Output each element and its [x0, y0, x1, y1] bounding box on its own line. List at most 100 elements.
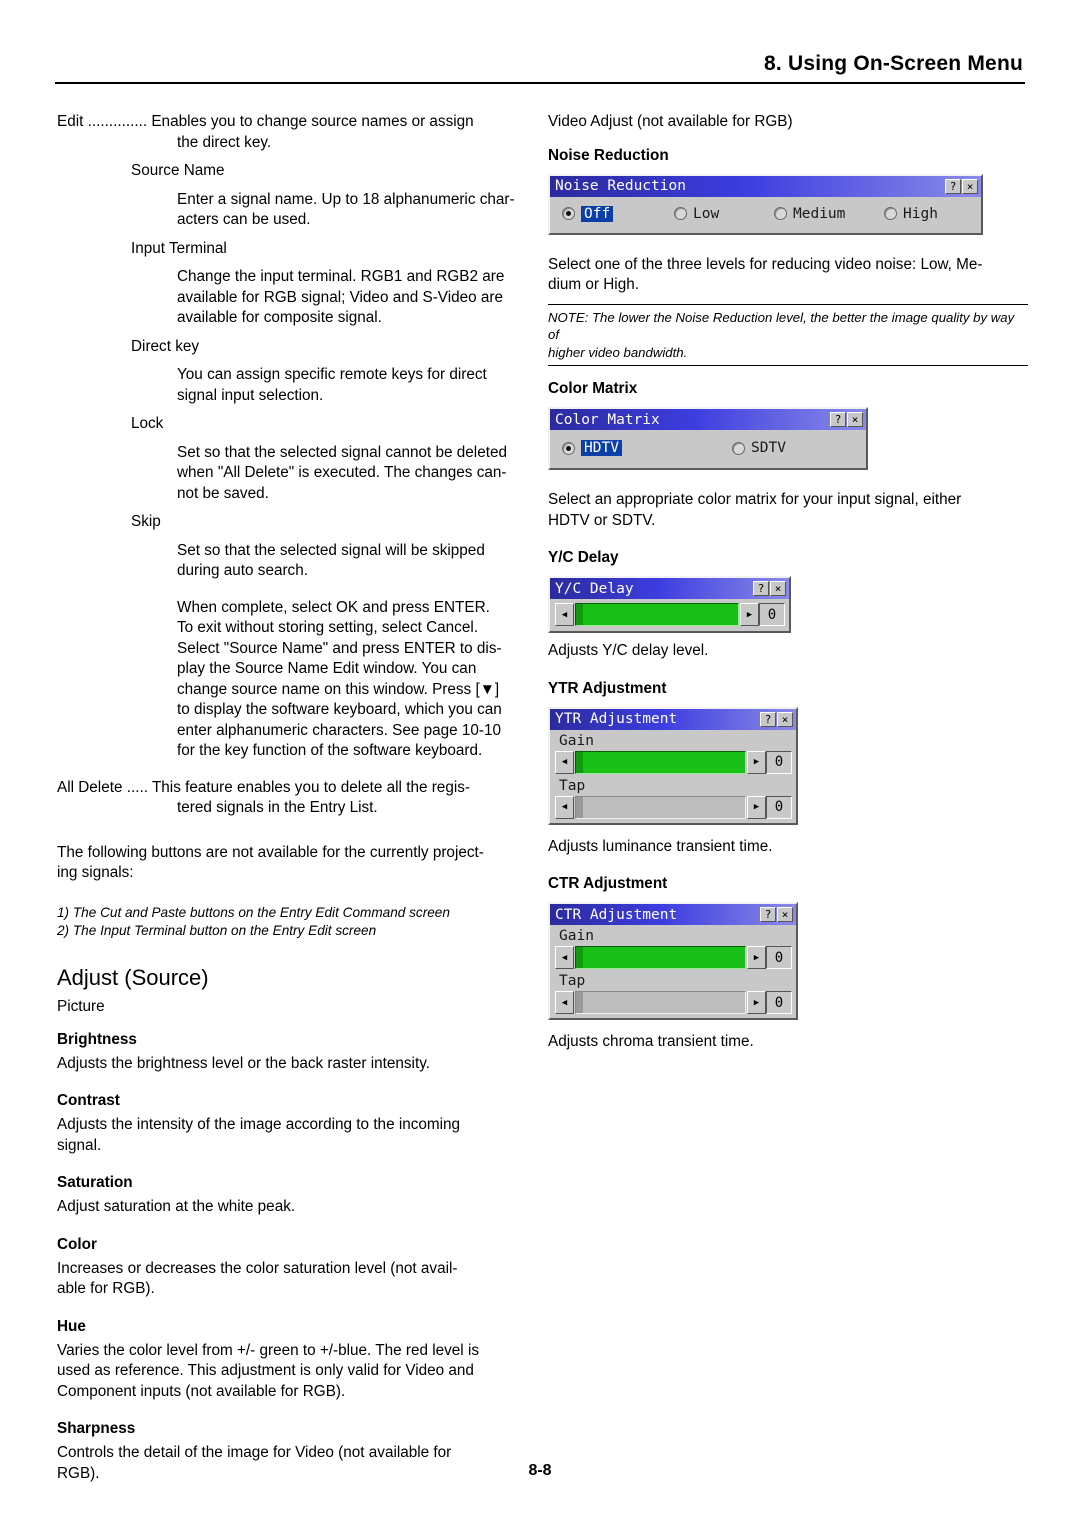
source-name-line2: acters can be used.: [177, 211, 311, 228]
noise-reduction-desc-line1: Select one of the three levels for reduc…: [548, 255, 983, 273]
color-matrix-option-hdtv[interactable]: HDTV: [562, 440, 732, 456]
radio-low-icon[interactable]: [674, 207, 687, 220]
close-icon[interactable]: ×: [962, 178, 978, 194]
edit-entry-line2: the direct key.: [177, 133, 272, 151]
noise-reduction-option-low[interactable]: Low: [674, 206, 774, 222]
slider-track[interactable]: [575, 946, 746, 969]
noise-reduction-option-medium[interactable]: Medium: [774, 206, 884, 222]
ctr-adjustment-titlebar: CTR Adjustment ? ×: [550, 904, 796, 925]
color-matrix-options[interactable]: HDTV SDTV: [562, 440, 860, 456]
brightness-heading: Brightness: [57, 1030, 137, 1048]
ctr-gain-slider[interactable]: ◀ ▶ 0: [555, 946, 792, 969]
slider-track[interactable]: [575, 991, 746, 1014]
page-title: 8. Using On-Screen Menu: [764, 52, 1023, 75]
slider-right-arrow-icon[interactable]: ▶: [740, 603, 759, 626]
picture-label: Picture: [57, 997, 105, 1015]
slider-right-arrow-icon[interactable]: ▶: [747, 750, 766, 774]
slider-thumb[interactable]: [576, 751, 583, 773]
brightness-line1: Adjusts the brightness level or the back…: [57, 1054, 430, 1072]
yc-delay-window-buttons[interactable]: ? ×: [753, 581, 786, 596]
noise-reduction-note-line1: NOTE: The lower the Noise Reduction leve…: [548, 309, 1015, 343]
radio-medium-icon[interactable]: [774, 207, 787, 220]
footnote-2: 2) The Input Terminal button on the Entr…: [57, 922, 377, 938]
radio-hdtv-icon[interactable]: [562, 441, 575, 455]
ytr-tap-slider[interactable]: ◀ ▶ 0: [555, 795, 792, 819]
slider-thumb[interactable]: [576, 796, 583, 818]
slider-thumb[interactable]: [576, 947, 583, 968]
slider-thumb[interactable]: [576, 604, 583, 625]
noise-reduction-title-text: Noise Reduction: [555, 178, 686, 194]
close-icon[interactable]: ×: [847, 412, 863, 427]
saturation-line1: Adjust saturation at the white peak.: [57, 1198, 296, 1215]
close-icon[interactable]: ×: [777, 711, 793, 727]
lock-heading: Lock: [131, 415, 164, 432]
complete-line3: Select "Source Name" and press ENTER to …: [177, 639, 502, 657]
input-terminal-heading: Input Terminal: [131, 239, 227, 257]
skip-heading: Skip: [131, 513, 161, 530]
help-icon[interactable]: ?: [945, 178, 961, 194]
noise-reduction-option-off[interactable]: Off: [562, 205, 674, 222]
ytr-adjustment-window-buttons[interactable]: ? ×: [760, 711, 793, 727]
color-matrix-title-text: Color Matrix: [555, 411, 660, 428]
contrast-line1: Adjusts the intensity of the image accor…: [57, 1116, 461, 1133]
slider-left-arrow-icon[interactable]: ◀: [555, 991, 574, 1014]
ctr-adjustment-dialog[interactable]: CTR Adjustment ? × Gain ◀ ▶ 0 Tap ◀ ▶ 0: [548, 902, 798, 1020]
skip-line1: Set so that the selected signal will be …: [177, 541, 485, 559]
slider-left-arrow-icon[interactable]: ◀: [555, 603, 574, 626]
noise-reduction-window-buttons[interactable]: ? ×: [945, 178, 978, 194]
slider-right-arrow-icon[interactable]: ▶: [747, 991, 766, 1014]
input-terminal-line1: Change the input terminal. RGB1 and RGB2…: [177, 268, 505, 285]
slider-left-arrow-icon[interactable]: ◀: [555, 795, 574, 819]
color-matrix-desc-line2: HDTV or SDTV.: [548, 511, 656, 529]
close-icon[interactable]: ×: [770, 581, 786, 596]
yc-delay-dialog[interactable]: Y/C Delay ? × ◀ ▶ 0: [548, 576, 791, 633]
slider-left-arrow-icon[interactable]: ◀: [555, 750, 574, 774]
slider-track[interactable]: [575, 603, 739, 626]
ctr-tap-value: 0: [766, 991, 792, 1014]
slider-track[interactable]: [575, 795, 746, 819]
color-matrix-option-sdtv[interactable]: SDTV: [732, 440, 786, 456]
ctr-adjustment-window-buttons[interactable]: ? ×: [760, 907, 793, 922]
ytr-adjustment-heading: YTR Adjustment: [548, 679, 667, 697]
slider-right-arrow-icon[interactable]: ▶: [747, 795, 766, 819]
color-line2: able for RGB).: [57, 1280, 155, 1297]
slider-thumb[interactable]: [576, 992, 583, 1013]
radio-high-icon[interactable]: [884, 207, 897, 220]
header-divider: [55, 82, 1025, 84]
help-icon[interactable]: ?: [830, 412, 846, 427]
help-icon[interactable]: ?: [760, 907, 776, 922]
contrast-heading: Contrast: [57, 1092, 120, 1109]
color-matrix-dialog[interactable]: Color Matrix ? × HDTV SDTV: [548, 407, 868, 470]
help-icon[interactable]: ?: [753, 581, 769, 596]
complete-line5: change source name on this window. Press…: [177, 680, 500, 698]
yc-delay-slider[interactable]: ◀ ▶ 0: [555, 603, 785, 626]
skip-line2: during auto search.: [177, 562, 308, 579]
noise-reduction-titlebar: Noise Reduction ? ×: [550, 175, 981, 197]
yc-delay-titlebar: Y/C Delay ? ×: [550, 578, 789, 599]
slider-track[interactable]: [575, 750, 746, 774]
slider-left-arrow-icon[interactable]: ◀: [555, 946, 574, 969]
close-icon[interactable]: ×: [777, 907, 793, 922]
ctr-tap-slider[interactable]: ◀ ▶ 0: [555, 991, 792, 1014]
color-heading: Color: [57, 1235, 97, 1253]
yc-delay-title-text: Y/C Delay: [555, 580, 634, 597]
ytr-gain-slider[interactable]: ◀ ▶ 0: [555, 750, 792, 774]
slider-right-arrow-icon[interactable]: ▶: [747, 946, 766, 969]
ctr-adjustment-desc: Adjusts chroma transient time.: [548, 1033, 754, 1050]
noise-reduction-option-medium-label: Medium: [793, 205, 846, 222]
help-icon[interactable]: ?: [760, 711, 776, 727]
all-delete-line1: All Delete ..... This feature enables yo…: [57, 778, 470, 796]
radio-sdtv-icon[interactable]: [732, 441, 745, 455]
radio-off-icon[interactable]: [562, 207, 575, 220]
ytr-adjustment-dialog[interactable]: YTR Adjustment ? × Gain ◀ ▶ 0 Tap ◀ ▶ 0: [548, 706, 798, 825]
document-page: 8. Using On-Screen Menu Edit ...........…: [0, 0, 1080, 1526]
noise-reduction-option-high[interactable]: High: [884, 206, 938, 222]
yc-delay-value: 0: [759, 603, 785, 626]
ctr-gain-label: Gain: [559, 928, 594, 944]
saturation-heading: Saturation: [57, 1174, 133, 1191]
noise-reduction-dialog[interactable]: Noise Reduction ? × Off Low Medium High: [548, 173, 983, 235]
color-matrix-titlebar: Color Matrix ? ×: [550, 409, 866, 430]
color-matrix-window-buttons[interactable]: ? ×: [830, 412, 863, 427]
ytr-adjustment-desc: Adjusts luminance transient time.: [548, 837, 773, 855]
noise-reduction-options[interactable]: Off Low Medium High: [562, 205, 975, 222]
